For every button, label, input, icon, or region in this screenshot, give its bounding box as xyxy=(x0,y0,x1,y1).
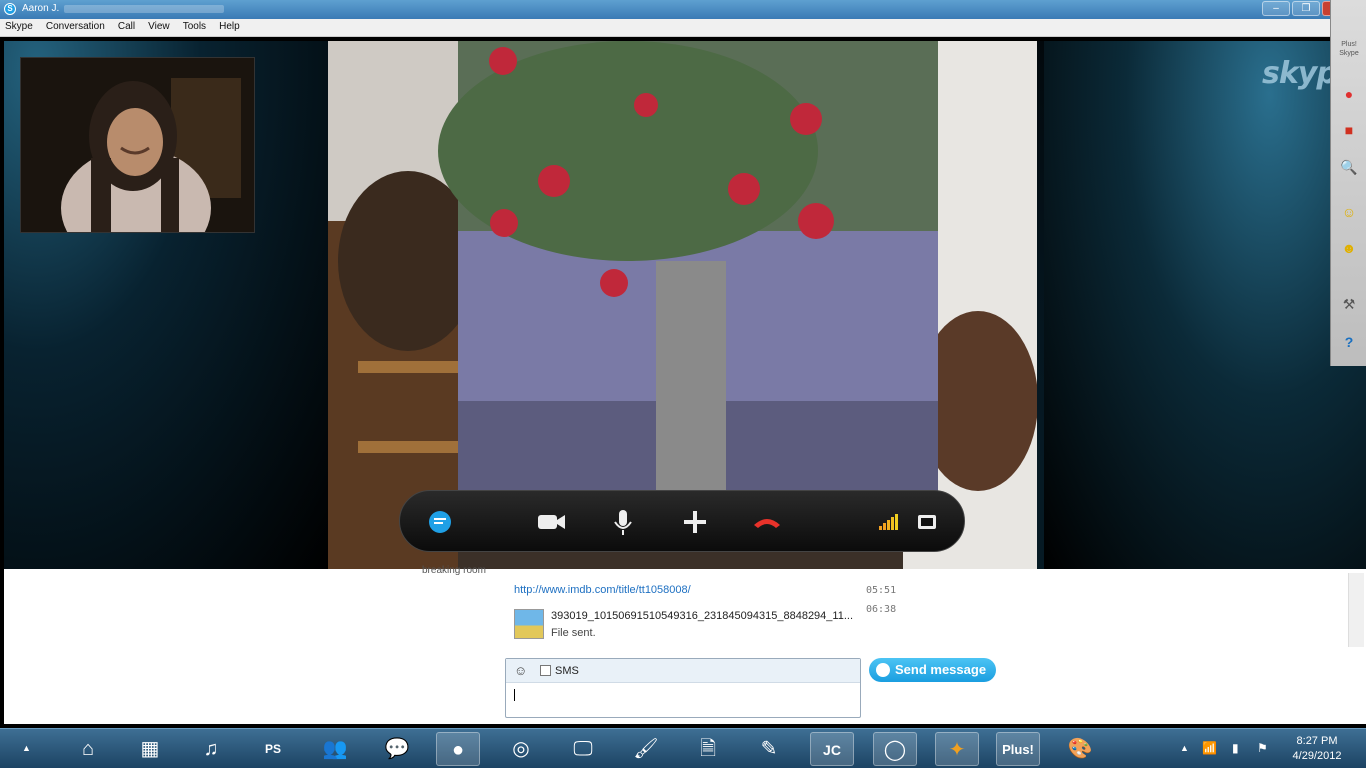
avast-icon[interactable]: ✦ xyxy=(935,732,979,766)
monitor-icon[interactable]: 🖵 xyxy=(561,732,605,766)
jc-app-icon[interactable]: JC xyxy=(810,732,854,766)
skype-app-icon[interactable]: S xyxy=(4,3,16,15)
plus-skype-icon[interactable]: Plus! xyxy=(996,732,1040,766)
menu-conversation[interactable]: Conversation xyxy=(41,19,110,34)
signal-strength-icon[interactable] xyxy=(872,506,904,538)
menu-call[interactable]: Call xyxy=(113,19,140,34)
end-call-icon[interactable] xyxy=(751,506,783,538)
settings-icon[interactable]: ⚒ xyxy=(1337,292,1361,316)
sms-label: SMS xyxy=(555,665,579,677)
call-controls xyxy=(399,490,965,552)
file-transfer-name[interactable]: 393019_10150691510549316_231845094315_88… xyxy=(551,610,853,622)
menu-tools[interactable]: Tools xyxy=(178,19,211,34)
fullscreen-icon[interactable] xyxy=(911,506,943,538)
photoshop-icon[interactable]: PS xyxy=(251,732,295,766)
menu-view[interactable]: View xyxy=(143,19,175,34)
menu-bar: Skype Conversation Call View Tools Help xyxy=(0,19,1366,37)
microphone-icon[interactable] xyxy=(607,506,639,538)
emoticon-picker-icon[interactable]: ☺ xyxy=(514,663,527,678)
pen-icon[interactable]: ✎ xyxy=(747,732,791,766)
network-icon[interactable]: ⚑ xyxy=(1257,741,1268,755)
maximize-button[interactable]: ❐ xyxy=(1292,1,1320,16)
add-icon[interactable] xyxy=(679,506,711,538)
folder-icon[interactable]: ▦ xyxy=(128,732,172,766)
skype-call-window: S Aaron J. – ❐ ✕ Skype Conversation Call… xyxy=(0,0,1366,768)
home-icon[interactable]: ⌂ xyxy=(66,732,110,766)
message-input[interactable] xyxy=(514,689,854,711)
self-video-preview[interactable] xyxy=(20,57,255,233)
window-title: Aaron J. xyxy=(22,3,60,14)
compose-toolbar: ☺ SMS xyxy=(506,659,860,683)
send-chat-icon xyxy=(876,663,890,677)
circle-app-icon[interactable]: ◯ xyxy=(873,732,917,766)
chat-message-link[interactable]: http://www.imdb.com/title/tt1058008/ xyxy=(514,584,691,596)
music-icon[interactable]: ♫ xyxy=(189,732,233,766)
wifi-icon[interactable]: 📶 xyxy=(1202,741,1217,755)
message-compose: ☺ SMS xyxy=(505,658,861,718)
title-bar: S Aaron J. – ❐ ✕ xyxy=(0,0,1366,19)
tray-expand-icon[interactable]: ▲ xyxy=(1180,743,1189,753)
chat-scrollbar[interactable] xyxy=(1348,573,1364,647)
paint-palette-icon[interactable]: 🎨 xyxy=(1058,732,1102,766)
chrome-icon[interactable]: ◎ xyxy=(499,732,543,766)
blurred-title-detail xyxy=(64,5,224,13)
file-transfer-status: File sent. xyxy=(551,627,596,639)
clock-date: 4/29/2012 xyxy=(1292,750,1342,762)
plus-badge: Plus! Skype xyxy=(1339,41,1359,57)
send-message-button[interactable]: Send message xyxy=(869,658,996,682)
brush-icon[interactable]: 🖌 xyxy=(624,732,668,766)
text-cursor xyxy=(514,689,515,701)
taskbar: ▲ ⌂ ▦ ♫ PS 👥 💬 ● ◎ 🖵 🖌 🗎 ✎ JC ◯ ✦ Plus! … xyxy=(0,728,1366,768)
stage-backdrop-right xyxy=(1044,41,1366,569)
contacts-icon[interactable]: 👥 xyxy=(313,732,357,766)
show-desktop-arrow-icon[interactable]: ▲ xyxy=(22,743,31,753)
message-time: 06:38 xyxy=(866,604,897,615)
search-icon[interactable]: 🔍 xyxy=(1337,155,1361,179)
clock-time: 8:27 PM xyxy=(1296,735,1338,747)
skype-taskbar-icon[interactable]: ● xyxy=(436,732,480,766)
emoticon-icon[interactable]: ☺ xyxy=(1337,200,1361,224)
plus-toolbar: Plus! Skype ● ■ 🔍 ☺ ☻ ⚒ ? xyxy=(1330,0,1366,366)
stop-icon[interactable]: ■ xyxy=(1337,118,1361,142)
menu-skype[interactable]: Skype xyxy=(0,19,38,34)
video-camera-icon[interactable] xyxy=(535,506,567,538)
sound-icon[interactable]: ☻ xyxy=(1337,236,1361,260)
minimize-button[interactable]: – xyxy=(1262,1,1290,16)
system-clock[interactable]: 8:27 PM 4/29/2012 xyxy=(1282,734,1352,764)
chat-bubble-icon[interactable]: 💬 xyxy=(375,732,419,766)
self-video-image xyxy=(21,58,254,232)
help-icon[interactable]: ? xyxy=(1337,330,1361,354)
message-time: 05:51 xyxy=(866,585,897,596)
menu-help[interactable]: Help xyxy=(214,19,245,34)
chat-message-cut: breaking room xyxy=(422,565,486,576)
document-icon[interactable]: 🗎 xyxy=(686,732,730,766)
sms-checkbox[interactable] xyxy=(540,665,551,676)
send-message-label: Send message xyxy=(895,662,987,677)
battery-icon[interactable]: ▮ xyxy=(1232,741,1239,755)
chat-icon[interactable] xyxy=(424,506,456,538)
record-icon[interactable]: ● xyxy=(1337,82,1361,106)
file-thumbnail[interactable] xyxy=(514,609,544,639)
